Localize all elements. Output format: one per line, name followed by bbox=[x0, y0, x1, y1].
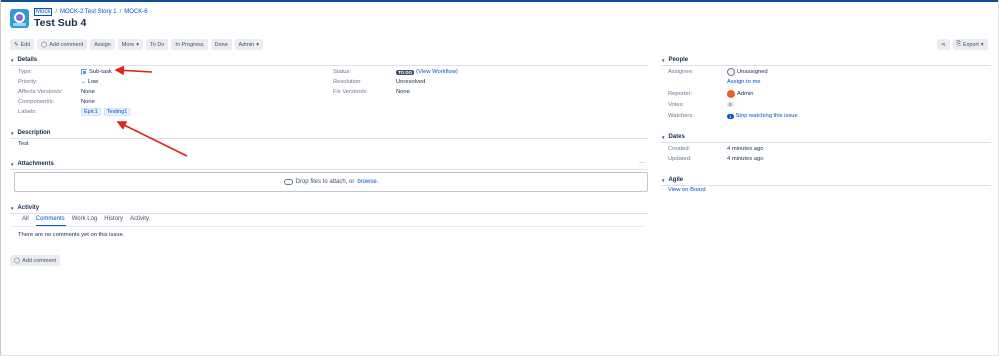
annotation-arrow-labels bbox=[116, 121, 188, 157]
annotation-arrows bbox=[114, 65, 188, 157]
annotation-arrow-type bbox=[114, 65, 153, 76]
